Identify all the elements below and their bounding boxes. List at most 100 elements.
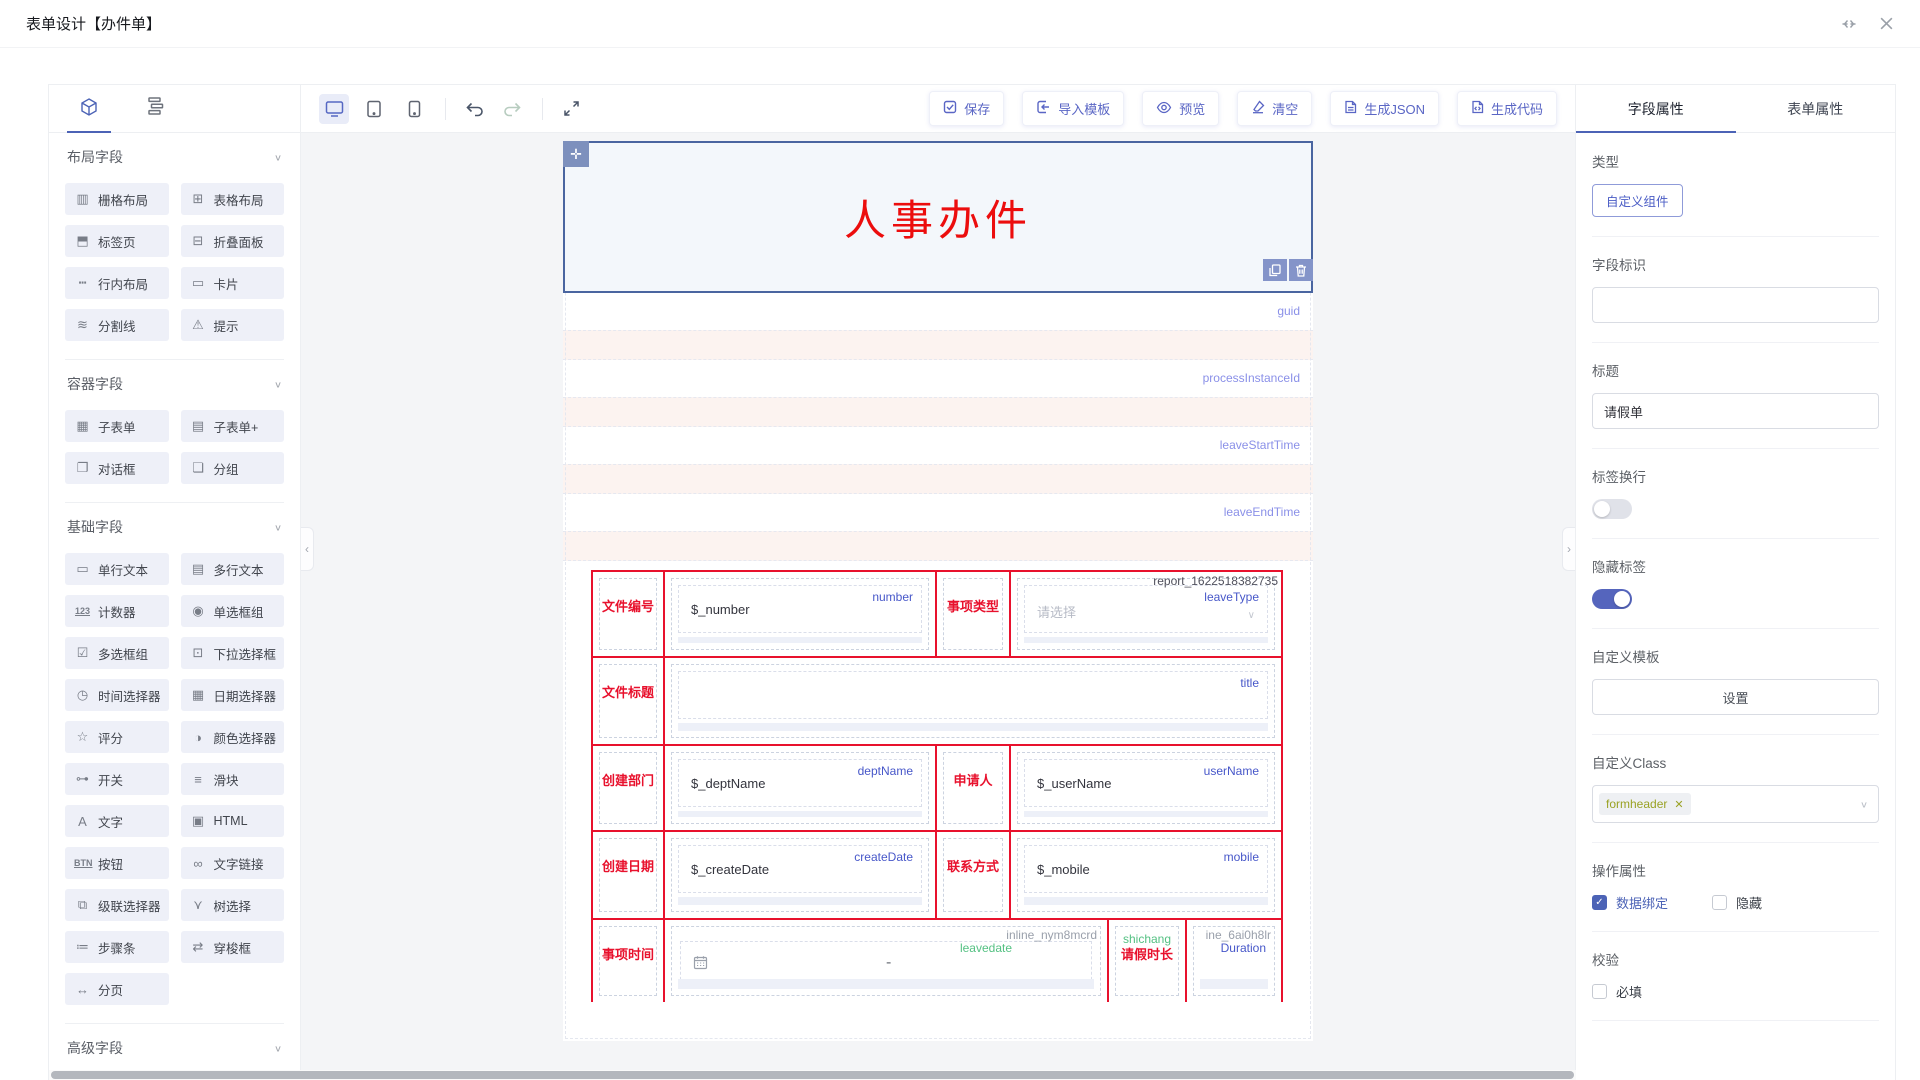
device-tablet-icon[interactable] [359, 94, 389, 124]
component-dialog[interactable]: ❐ 对话框 [65, 452, 169, 484]
field-id-input[interactable] [1592, 287, 1879, 323]
hidden-widget-row[interactable] [563, 531, 1313, 561]
preview-button[interactable]: 预览 [1142, 91, 1219, 126]
type-tag[interactable]: 自定义组件 [1592, 184, 1683, 217]
horizontal-scrollbar[interactable] [49, 1070, 1576, 1080]
compress-window-icon[interactable] [1841, 16, 1857, 32]
data-binding-checkbox[interactable]: ✓ 数据绑定 [1592, 893, 1668, 912]
component-checkbox-group[interactable]: ☑ 多选框组 [65, 637, 169, 669]
table-label-cell[interactable]: 申请人 [937, 746, 1011, 830]
table-input-cell[interactable]: title [665, 658, 1281, 744]
fullscreen-icon[interactable] [557, 95, 585, 123]
tab-field-properties[interactable]: 字段属性 [1576, 85, 1736, 132]
component-cascader[interactable]: ⧉ 级联选择器 [65, 889, 169, 921]
table-label-cell[interactable]: 文件编号 [593, 572, 665, 656]
component-transfer[interactable]: ⇄ 穿梭框 [181, 931, 285, 963]
hidden-field-leaveEndTime[interactable]: leaveEndTime [563, 494, 1313, 531]
table-input-cell[interactable]: mobile $_mobile [1011, 832, 1281, 918]
component-button[interactable]: BTN 按钮 [65, 847, 169, 879]
text-input[interactable] [678, 671, 1268, 719]
undo-icon[interactable] [460, 95, 488, 123]
custom-class-select[interactable]: formheader ✕ ∨ [1592, 785, 1879, 823]
component-text[interactable]: A 文字 [65, 805, 169, 837]
component-counter[interactable]: 123 计数器 [65, 595, 169, 627]
component-card[interactable]: ▭ 卡片 [181, 267, 285, 299]
tab-form-properties[interactable]: 表单属性 [1736, 85, 1896, 132]
hide-label-switch[interactable] [1592, 589, 1632, 609]
collapse-right-chevron-icon[interactable]: › [1562, 527, 1575, 571]
table-daterange-cell[interactable]: inline_nym8mcrd leavedate - [665, 920, 1109, 1002]
device-mobile-icon[interactable] [399, 94, 429, 124]
table-input-cell[interactable]: createDate $_createDate [665, 832, 937, 918]
label-wrap-switch[interactable] [1592, 499, 1632, 519]
component-subform[interactable]: ▦ 子表单 [65, 410, 169, 442]
clear-button[interactable]: 清空 [1237, 91, 1312, 126]
component-alert[interactable]: ⚠ 提示 [181, 309, 285, 341]
table-label-cell[interactable]: 创建部门 [593, 746, 665, 830]
component-tab-page[interactable]: ⬒ 标签页 [65, 225, 169, 257]
component-rate[interactable]: ☆ 评分 [65, 721, 169, 753]
table-input-cell[interactable]: number $_number [665, 572, 937, 656]
component-subform-plus[interactable]: ▤ 子表单+ [181, 410, 285, 442]
hidden-field-guid[interactable]: guid [563, 293, 1313, 330]
component-text-link[interactable]: ∞ 文字链接 [181, 847, 285, 879]
component-color-picker[interactable]: ◑ 颜色选择器 [181, 721, 285, 753]
table-label-cell[interactable]: 事项时间 [593, 920, 665, 1002]
component-radio-group[interactable]: ◉ 单选框组 [181, 595, 285, 627]
delete-widget-icon[interactable] [1289, 259, 1313, 281]
component-table-layout[interactable]: ⊞ 表格布局 [181, 183, 285, 215]
component-group[interactable]: ❏ 分组 [181, 452, 285, 484]
title-input[interactable] [1592, 393, 1879, 429]
component-slider[interactable]: ≡ 滑块 [181, 763, 285, 795]
component-grid-layout[interactable]: ▥ 栅格布局 [65, 183, 169, 215]
copy-widget-icon[interactable] [1263, 259, 1287, 281]
collapse-left-chevron-icon[interactable]: ‹ [301, 527, 314, 571]
component-collapse-panel[interactable]: ⊟ 折叠面板 [181, 225, 285, 257]
close-icon[interactable] [1879, 16, 1894, 32]
table-duration-cell[interactable]: ine_6ai0h8lr Duration [1187, 920, 1281, 1002]
table-label-cell[interactable]: shichang 请假时长 [1109, 920, 1187, 1002]
component-steps[interactable]: ≔ 步骤条 [65, 931, 169, 963]
table-input-cell[interactable]: deptName $_deptName [665, 746, 937, 830]
remove-class-icon[interactable]: ✕ [1674, 798, 1683, 811]
import-template-button[interactable]: 导入模板 [1022, 91, 1124, 126]
section-header[interactable]: 基础字段 ∨ [67, 517, 282, 537]
hidden-field-processInstanceId[interactable]: processInstanceId [563, 360, 1313, 397]
component-tree-select[interactable]: ⋎ 树选择 [181, 889, 285, 921]
hidden-widget-row[interactable] [563, 330, 1313, 360]
component-select-box[interactable]: ⊡ 下拉选择框 [181, 637, 285, 669]
components-tab-cube-icon[interactable] [79, 97, 99, 122]
save-button[interactable]: 保存 [929, 91, 1004, 126]
component-switch[interactable]: ⊶ 开关 [65, 763, 169, 795]
table-label-cell[interactable]: 创建日期 [593, 832, 665, 918]
hidden-widget-row[interactable] [563, 464, 1313, 494]
scrollbar-thumb[interactable] [51, 1071, 1574, 1079]
move-handle-icon[interactable]: ✛ [563, 141, 589, 167]
component-time-picker[interactable]: ◷ 时间选择器 [65, 679, 169, 711]
table-label-cell[interactable]: 文件标题 [593, 658, 665, 744]
generate-json-button[interactable]: 生成JSON [1330, 91, 1439, 126]
template-settings-button[interactable]: 设置 [1592, 679, 1879, 715]
component-html[interactable]: ▣ HTML [181, 805, 285, 837]
table-label-cell[interactable]: 事项类型 [937, 572, 1011, 656]
form-header-widget-selected[interactable]: ✛ 人事办件 [563, 141, 1313, 293]
hidden-checkbox[interactable]: 隐藏 [1712, 893, 1762, 912]
component-pagination[interactable]: ↔ 分页 [65, 973, 169, 1005]
section-header[interactable]: 布局字段 ∨ [67, 147, 282, 167]
section-header[interactable]: 容器字段 ∨ [67, 374, 282, 394]
component-multi-line-text[interactable]: ▤ 多行文本 [181, 553, 285, 585]
hidden-field-leaveStartTime[interactable]: leaveStartTime [563, 427, 1313, 464]
component-divider[interactable]: ≋ 分割线 [65, 309, 169, 341]
component-inline-layout[interactable]: ┅ 行内布局 [65, 267, 169, 299]
section-header[interactable]: 高级字段 ∨ [67, 1038, 282, 1058]
device-desktop-icon[interactable] [319, 94, 349, 124]
outline-tab-tree-icon[interactable] [145, 97, 165, 120]
table-input-cell[interactable]: userName $_userName [1011, 746, 1281, 830]
generate-code-button[interactable]: 生成代码 [1457, 91, 1557, 126]
hidden-widget-row[interactable] [563, 397, 1313, 427]
required-checkbox[interactable]: 必填 [1592, 982, 1879, 1001]
table-label-cell[interactable]: 联系方式 [937, 832, 1011, 918]
component-single-line-text[interactable]: ▭ 单行文本 [65, 553, 169, 585]
component-date-picker[interactable]: ▦ 日期选择器 [181, 679, 285, 711]
redo-icon[interactable] [498, 95, 526, 123]
